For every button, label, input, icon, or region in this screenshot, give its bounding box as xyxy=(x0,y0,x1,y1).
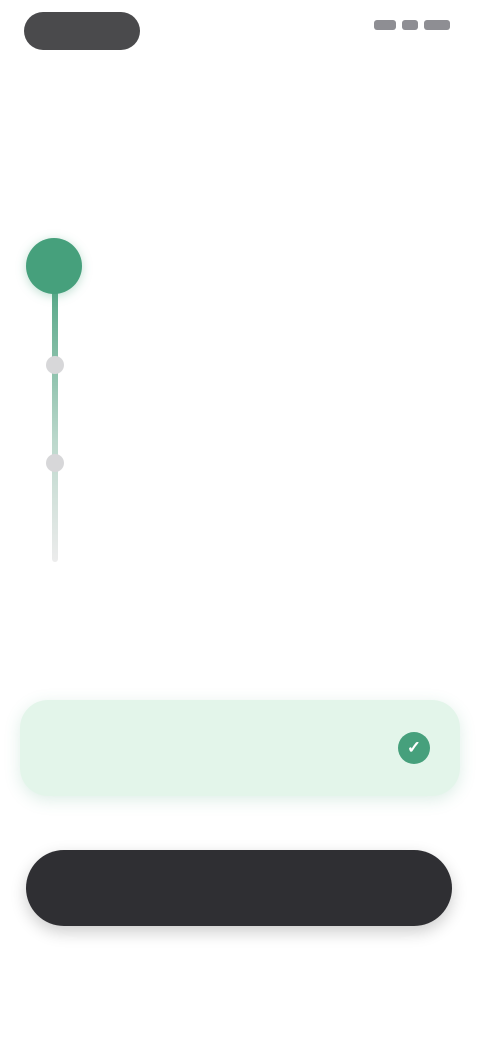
check-icon: ✓ xyxy=(398,732,430,764)
timeline-step-reminder xyxy=(106,344,456,350)
timeline-step-billing xyxy=(106,442,456,448)
battery-icon xyxy=(424,20,450,30)
start-trial-button[interactable] xyxy=(26,850,452,926)
timeline-node-reminder xyxy=(46,356,64,374)
wifi-icon xyxy=(402,20,418,30)
plan-option-card[interactable]: ✓ xyxy=(20,700,460,796)
status-bar xyxy=(374,20,450,30)
app-logo-pill xyxy=(24,12,140,50)
timeline-node-billing xyxy=(46,454,64,472)
paywall-screen: ✓ xyxy=(0,0,480,1040)
timeline-node-today xyxy=(26,238,82,294)
timeline-rail xyxy=(52,262,58,562)
timeline-step-today xyxy=(106,246,456,252)
signal-icon xyxy=(374,20,396,30)
